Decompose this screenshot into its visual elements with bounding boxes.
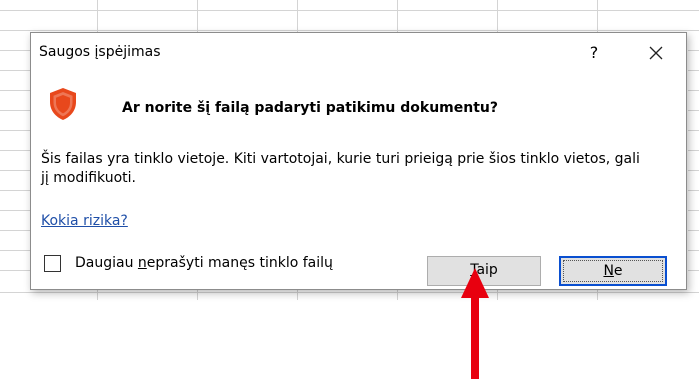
checkbox-label-after: eprašyti manęs tinklo failų [146, 255, 333, 271]
close-button[interactable] [641, 39, 671, 67]
dialog-titlebar[interactable]: Saugos įspėjimas ? [31, 33, 686, 73]
risk-info-link[interactable]: Kokia rizika? [41, 213, 128, 229]
focus-ring [563, 260, 663, 282]
no-button[interactable]: Ne [559, 256, 667, 286]
dialog-message: Šis failas yra tinklo vietoje. Kiti vart… [41, 151, 640, 186]
security-warning-dialog: Saugos įspėjimas ? Ar norite šį failą pa… [30, 32, 687, 290]
dont-ask-checkbox-label[interactable]: Daugiau neprašyti manęs tinklo failų [75, 255, 333, 271]
checkbox-label-before: Daugiau [75, 255, 138, 271]
help-button[interactable]: ? [579, 39, 609, 67]
dialog-question: Ar norite šį failą padaryti patikimu dok… [122, 100, 499, 116]
arrow-up-icon [461, 268, 489, 379]
close-icon [649, 46, 663, 60]
dialog-title: Saugos įspėjimas [39, 44, 161, 60]
shield-icon [50, 88, 76, 120]
checkbox-label-accel: n [137, 255, 147, 271]
dont-ask-checkbox[interactable] [44, 255, 61, 272]
